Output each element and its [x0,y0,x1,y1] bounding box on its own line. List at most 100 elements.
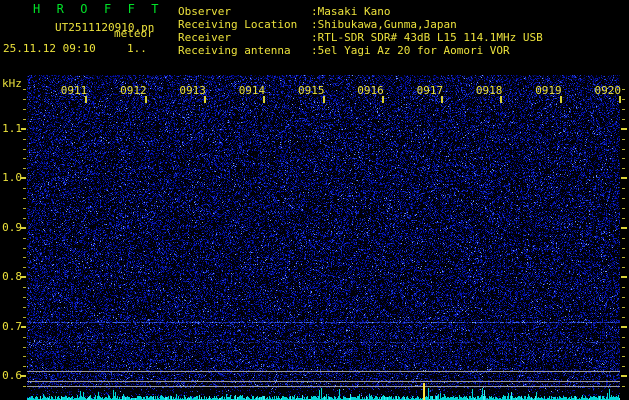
right-axis-tick [621,127,627,130]
time-axis-label: 0916 [357,84,384,97]
datetime-label: 25.11.12 09:10 [3,42,96,55]
field-value-receiver: :RTL-SDR SDR# 43dB L15 114.1MHz USB [311,31,543,44]
left-axis-tick [21,226,26,229]
right-axis-tick [621,375,627,378]
freq-axis-label: 0.9 [2,220,22,234]
freq-axis-label: 0.8 [2,270,22,284]
time-axis-label: 0912 [120,84,147,97]
left-axis-tick [23,257,26,259]
left-axis-tick [23,356,26,358]
time-axis-label: 0915 [298,84,325,97]
right-axis-tick [622,356,625,358]
mode-label: meteor [114,27,154,40]
right-axis-tick [621,276,627,279]
time-axis-tick [203,96,206,103]
left-axis-tick [23,247,26,249]
time-axis-label: 0914 [238,84,266,97]
left-axis-tick [23,267,26,269]
right-axis-tick [622,89,625,91]
right-axis-tick [622,306,625,308]
left-axis-tick [23,287,26,289]
left-axis-tick [23,168,26,170]
freq-axis-label: 1.0 [2,171,22,185]
left-axis-tick [23,118,26,120]
time-axis-label: 0918 [475,84,503,97]
echo-counter: 1.. [127,42,147,55]
time-axis-tick [500,96,503,103]
right-axis-tick [622,366,625,368]
time-axis-tick [381,96,384,103]
field-label-observer: Observer [178,5,231,18]
right-axis-tick [622,287,625,289]
right-axis-tick [622,108,625,110]
left-axis-tick [21,177,26,180]
field-value-observer: :Masaki Kano [311,5,391,18]
left-axis-tick [23,297,26,298]
left-axis-tick [23,366,26,368]
left-axis-tick [23,138,26,140]
left-axis-tick [21,276,26,279]
left-axis-tick [23,99,26,100]
right-axis-tick [622,118,625,120]
right-axis-tick [622,386,625,388]
field-label-receiving-antenna: Receiving antenna [178,44,291,57]
time-axis-tick [144,96,147,103]
left-axis-tick [23,306,26,308]
left-axis-tick [23,237,26,239]
time-axis-label: 0913 [179,84,206,97]
right-axis-tick [621,325,627,328]
time-axis-label: 0919 [535,84,562,97]
time-axis-label: 0911 [60,84,88,97]
left-axis-tick [23,188,26,190]
time-axis-tick [322,96,325,103]
freq-axis-label: 0.6 [2,369,22,383]
right-axis-tick [622,99,625,100]
field-value-receiving-location: :Shibukawa,Gunma,Japan [311,18,457,31]
right-axis-tick [622,297,625,298]
right-axis-tick [622,336,625,338]
left-axis-tick [23,89,26,91]
time-axis-label: 0917 [416,84,444,97]
right-axis-tick [622,207,625,209]
right-axis-tick [622,158,625,160]
time-axis-tick [619,96,621,103]
left-axis-tick [21,127,26,130]
time-axis-label: 0920 [594,84,622,97]
freq-axis-label: 1.1 [2,121,22,135]
time-axis-tick [559,96,562,103]
right-axis-tick [622,198,625,199]
left-axis-tick [21,375,26,378]
left-axis-tick [23,198,26,199]
frequency-axis-unit: kHz [2,77,22,90]
field-value-receiving-antenna: :5el Yagi Az 20 for Aomori VOR [311,44,510,57]
spectrogram-canvas [27,75,620,400]
field-label-receiving-location: Receiving Location [178,18,298,31]
right-axis-tick [622,217,625,219]
left-axis-tick [23,346,26,348]
right-axis-tick [622,237,625,239]
right-axis-tick [621,226,627,229]
left-axis-tick [23,316,26,318]
right-axis-tick [622,346,625,348]
right-axis-tick [622,168,625,170]
left-axis-tick [21,325,26,328]
left-axis-tick [23,148,26,150]
freq-axis-label: 0.7 [2,319,22,333]
hrofft-output-screenshot: H R O F F T UT2511120910.pn meteor 25.11… [0,0,629,400]
right-axis-tick [622,267,625,269]
right-axis-tick [622,148,625,150]
right-axis-tick [622,188,625,190]
right-axis-tick [622,138,625,140]
time-axis-tick [441,96,444,103]
time-axis-tick [85,96,88,103]
left-axis-tick [23,336,26,338]
field-label-receiver: Receiver [178,31,231,44]
left-axis-tick [23,108,26,110]
left-axis-tick [23,207,26,209]
left-axis-tick [23,217,26,219]
time-axis-tick [263,96,266,103]
left-axis-tick [23,386,26,388]
right-axis-tick [622,316,625,318]
app-title: H R O F F T [33,2,164,16]
right-axis-tick [621,177,627,180]
